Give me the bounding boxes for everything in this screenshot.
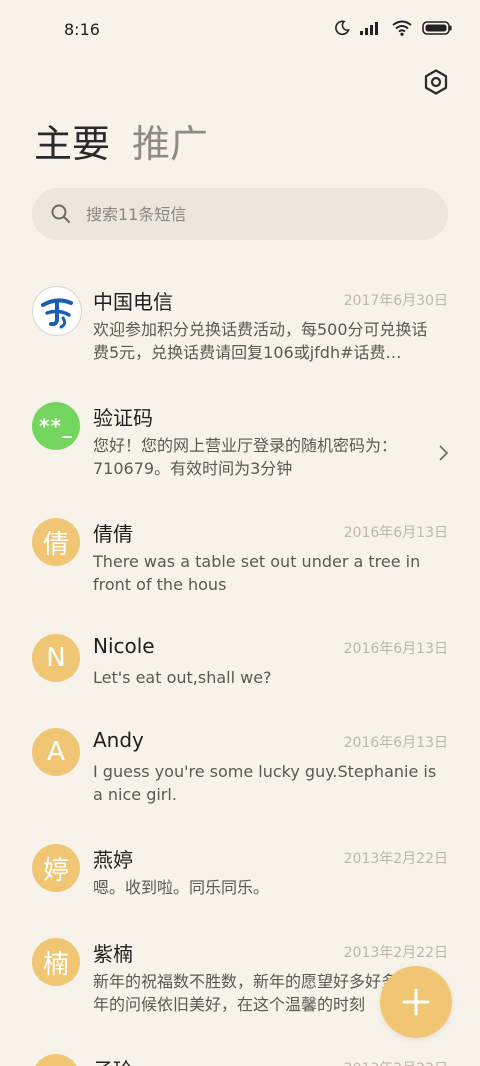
- contact-name: Nicole: [93, 634, 155, 658]
- search-bar[interactable]: [32, 188, 448, 240]
- tab-promotion[interactable]: 推广: [132, 122, 208, 166]
- chevron-right-icon[interactable]: [436, 444, 450, 462]
- status-icons: [334, 20, 452, 36]
- moon-icon: [335, 20, 350, 36]
- contact-name: 子玲: [93, 1054, 133, 1066]
- plus-icon: [402, 988, 430, 1016]
- signal-icon: [360, 22, 378, 35]
- tab-bar: 主要 推广: [34, 122, 208, 166]
- list-item[interactable]: 玲 子玲 2013年2月22日: [0, 1036, 480, 1066]
- contact-name: 中国电信: [93, 290, 173, 314]
- status-bar: 8:16: [0, 0, 480, 62]
- message-date: 2013年2月22日: [344, 1058, 448, 1066]
- avatar: N: [32, 634, 80, 682]
- china-telecom-logo-icon: [41, 298, 73, 329]
- contact-name: 紫楠: [93, 942, 133, 966]
- contact-name: Andy: [93, 728, 144, 752]
- list-item[interactable]: N Nicole 2016年6月13日 Let's eat out,shall …: [0, 616, 480, 710]
- message-preview: 欢迎参加积分兑换话费活动，每500分可兑换话费5元，兑换话费请回复106或jfd…: [93, 320, 428, 362]
- avatar: 楠: [32, 938, 80, 986]
- avatar: 倩: [32, 518, 80, 566]
- message-preview: 您好！您的网上营业厅登录的随机密码为：710679。有效时间为3分钟: [93, 436, 398, 478]
- list-item[interactable]: A Andy 2016年6月13日 I guess you're some lu…: [0, 710, 480, 826]
- tab-main[interactable]: 主要: [34, 122, 110, 166]
- message-preview: Let's eat out,shall we?: [93, 668, 272, 687]
- avatar: 婷: [32, 844, 80, 892]
- message-date: 2013年2月22日: [343, 851, 448, 867]
- message-date: 2016年6月13日: [343, 525, 448, 541]
- avatar: 玲: [32, 1054, 80, 1066]
- search-icon: [51, 204, 70, 223]
- contact-name: 燕婷: [93, 848, 133, 872]
- new-message-button[interactable]: [380, 966, 452, 1038]
- contact-name: 验证码: [93, 406, 153, 430]
- list-item[interactable]: 中国电信 2017年6月30日 欢迎参加积分兑换话费活动，每500分可兑换话费5…: [0, 268, 480, 384]
- message-preview: 嗯。收到啦。同乐同乐。: [93, 878, 270, 897]
- battery-icon: [422, 21, 452, 35]
- message-date: 2016年6月13日: [343, 735, 448, 751]
- message-date: 2016年6月13日: [343, 641, 448, 657]
- wifi-icon: [392, 20, 412, 36]
- message-date: 2013年2月22日: [343, 945, 448, 961]
- message-date: 2017年6月30日: [343, 293, 448, 309]
- search-input[interactable]: [84, 203, 428, 225]
- list-item[interactable]: 婷 燕婷 2013年2月22日 嗯。收到啦。同乐同乐。: [0, 826, 480, 920]
- settings-gear-icon[interactable]: [422, 68, 450, 96]
- message-preview: There was a table set out under a tree i…: [93, 552, 421, 594]
- list-item[interactable]: **_ 验证码 您好！您的网上营业厅登录的随机密码为：710679。有效时间为3…: [0, 384, 480, 500]
- message-preview: I guess you're some lucky guy.Stephanie …: [93, 762, 437, 804]
- contact-name: 倩倩: [93, 522, 133, 546]
- avatar: [32, 286, 82, 336]
- avatar: A: [32, 728, 80, 776]
- status-time: 8:16: [64, 20, 100, 39]
- avatar: **_: [32, 402, 80, 450]
- list-item[interactable]: 倩 倩倩 2016年6月13日 There was a table set ou…: [0, 500, 480, 616]
